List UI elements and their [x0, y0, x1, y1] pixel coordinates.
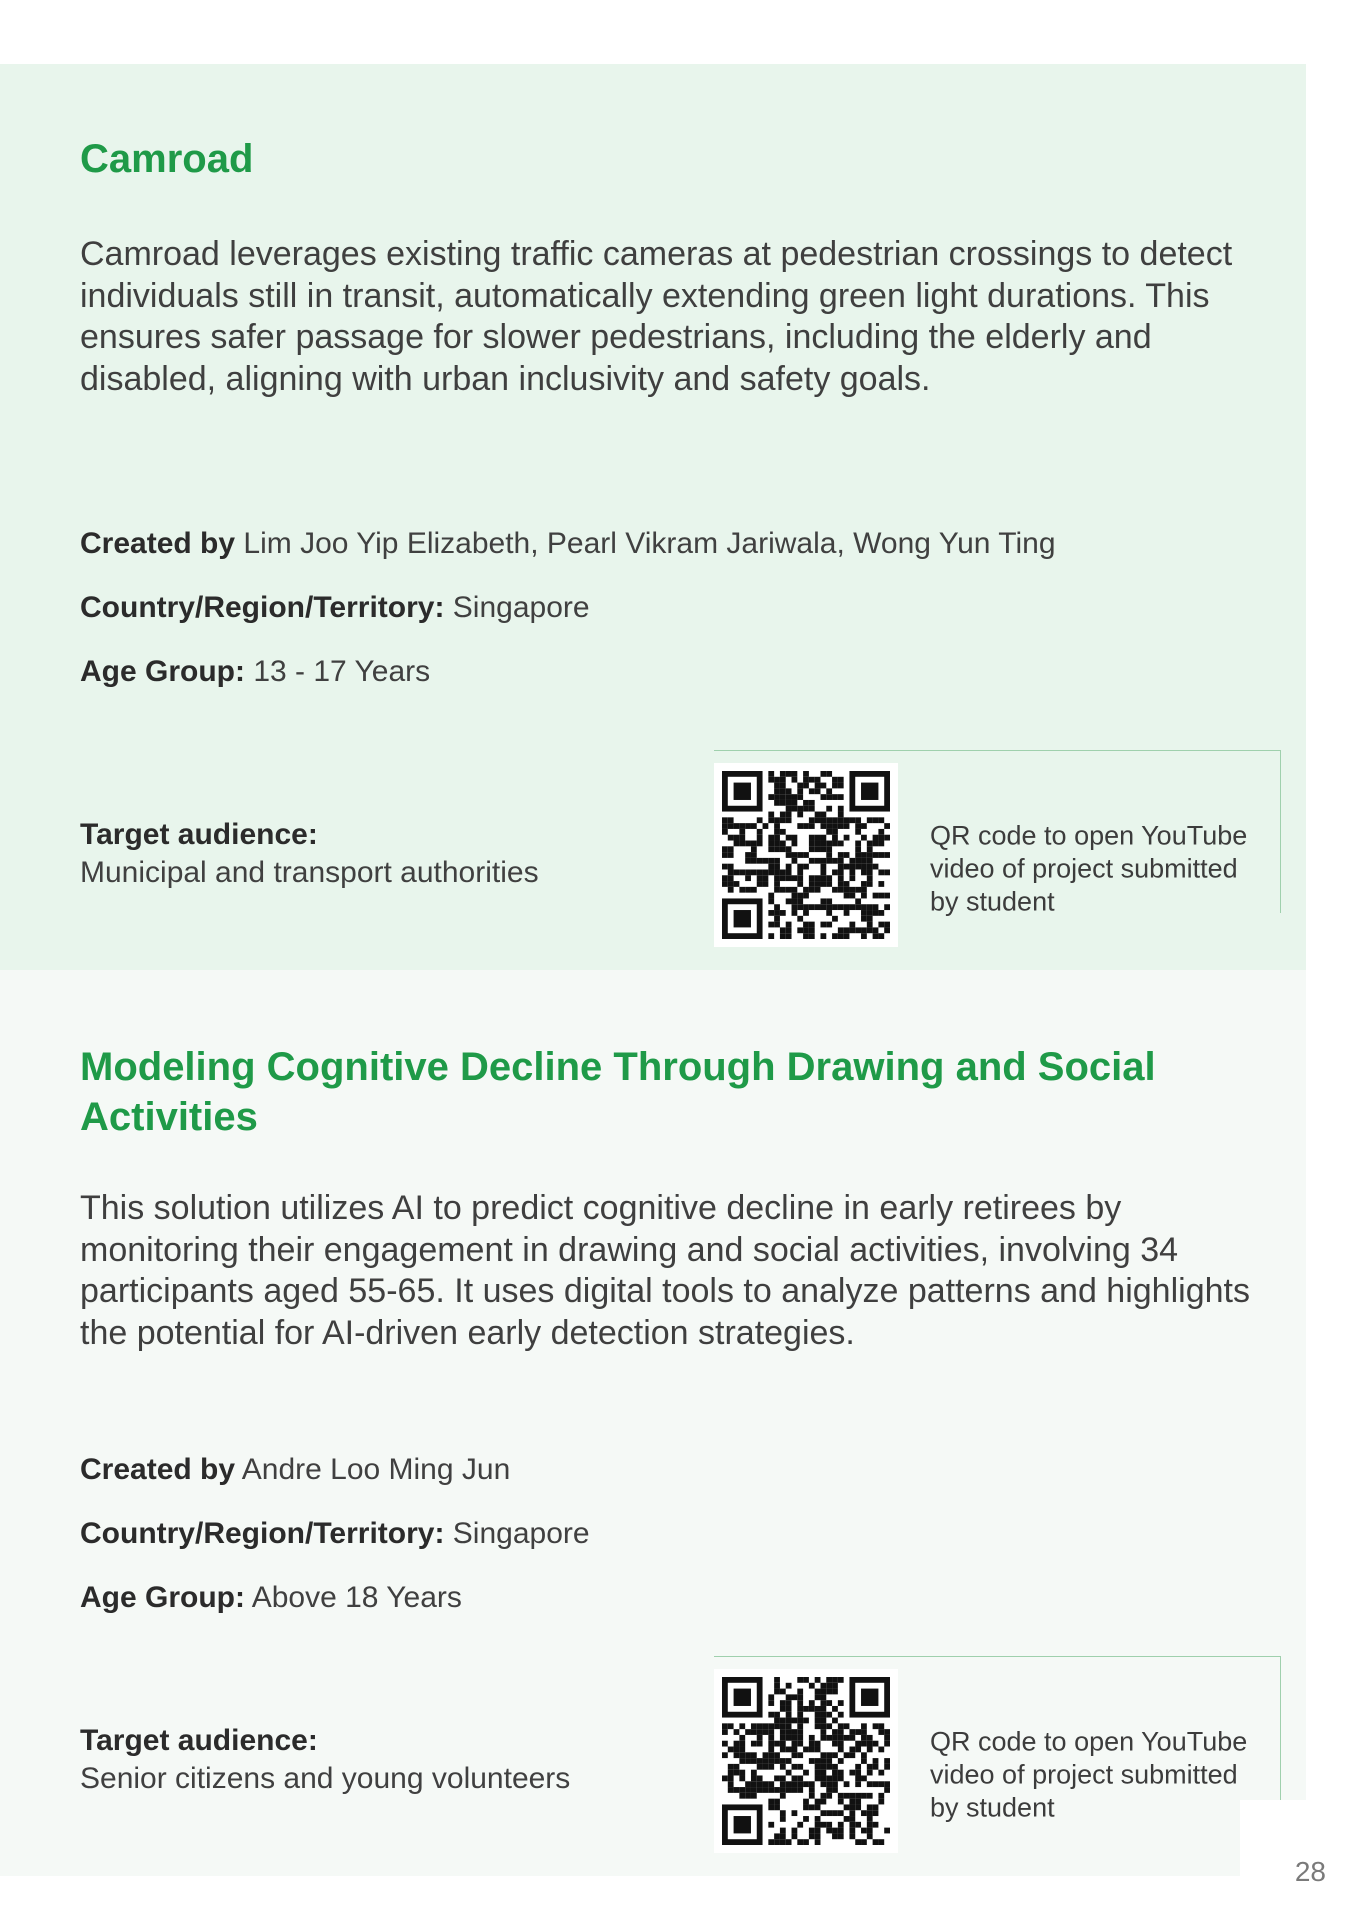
country-label: Country/Region/Territory: [80, 591, 445, 624]
project-card-camroad: Camroad Camroad leverages existing traff… [0, 64, 1306, 970]
target-audience: Target audience: Senior citizens and you… [80, 1722, 570, 1798]
qr-code-icon[interactable] [714, 1669, 898, 1853]
qr-panel: QR code to open YouTube video of project… [714, 750, 1281, 947]
project-card-cognitive-decline: Modeling Cognitive Decline Through Drawi… [0, 970, 1306, 1876]
country-value: Singapore [452, 1517, 590, 1550]
country-line: Country/Region/Territory: Singapore [80, 1516, 590, 1552]
age-group-value: 13 - 17 Years [253, 655, 431, 688]
target-audience-value: Senior citizens and young volunteers [80, 1762, 571, 1795]
created-by-value: Andre Loo Ming Jun [241, 1453, 511, 1486]
qr-caption: QR code to open YouTube video of project… [930, 1726, 1248, 1823]
project-description: This solution utilizes AI to predict cog… [80, 1189, 1250, 1352]
country-value: Singapore [452, 591, 590, 624]
country-label: Country/Region/Territory: [80, 1517, 445, 1550]
country-line: Country/Region/Territory: Singapore [80, 590, 590, 626]
target-audience: Target audience: Municipal and transport… [80, 816, 539, 892]
age-group-line: Age Group: Above 18 Years [80, 1580, 462, 1616]
target-audience-value: Municipal and transport authorities [80, 856, 539, 889]
page-number: 28 [1294, 1856, 1326, 1887]
project-description: Camroad leverages existing traffic camer… [80, 235, 1233, 398]
qr-caption: QR code to open YouTube video of project… [930, 820, 1248, 917]
created-by-line: Created by Andre Loo Ming Jun [80, 1452, 510, 1488]
target-audience-label: Target audience: [80, 818, 318, 851]
qr-panel: QR code to open YouTube video of project… [714, 1656, 1281, 1853]
created-by-label: Created by [80, 1453, 236, 1486]
qr-code-icon[interactable] [714, 763, 898, 947]
project-title: Camroad [80, 137, 254, 181]
age-group-label: Age Group: [80, 1581, 245, 1614]
target-audience-label: Target audience: [80, 1724, 318, 1757]
age-group-label: Age Group: [80, 655, 245, 688]
age-group-line: Age Group: 13 - 17 Years [80, 654, 430, 690]
age-group-value: Above 18 Years [251, 1581, 462, 1614]
created-by-label: Created by [80, 527, 236, 560]
project-title: Modeling Cognitive Decline Through Drawi… [80, 1045, 1156, 1139]
created-by-line: Created by Lim Joo Yip Elizabeth, Pearl … [80, 526, 1056, 562]
created-by-value: Lim Joo Yip Elizabeth, Pearl Vikram Jari… [243, 527, 1056, 560]
